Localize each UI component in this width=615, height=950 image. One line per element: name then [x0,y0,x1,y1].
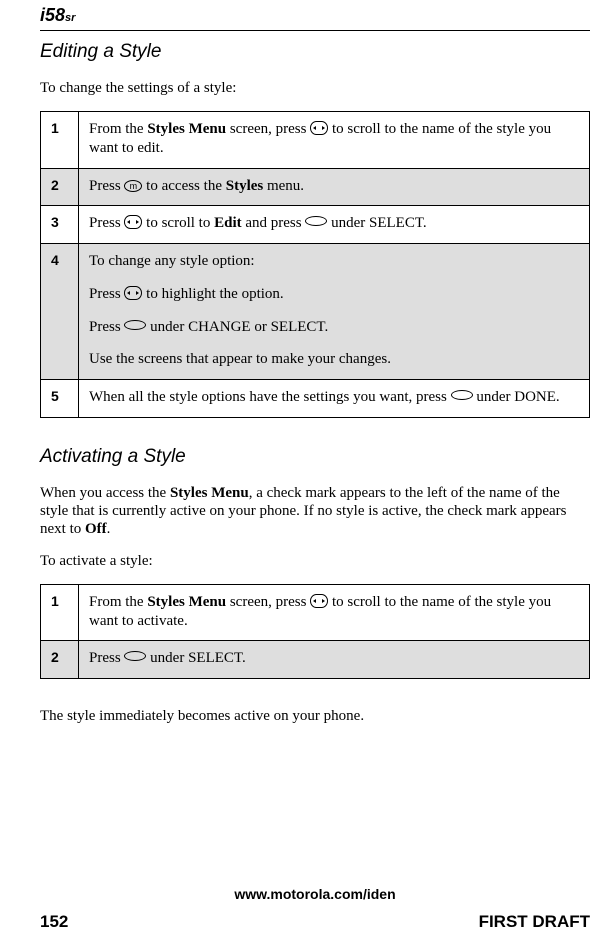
bold-text: Styles Menu [147,121,226,137]
footer-url: www.motorola.com/iden [40,886,590,902]
table-row: 1 From the Styles Menu screen, press to … [41,584,590,641]
bold-text: Edit [214,215,242,231]
text: Press [89,650,124,666]
step-number: 1 [41,584,79,641]
text: under SELECT. [327,215,426,231]
table-row: 1 From the Styles Menu screen, press to … [41,112,590,169]
step-number: 4 [41,244,79,380]
text: From the [89,121,147,137]
text: . [107,521,111,537]
intro-text-2: To activate a style: [40,552,590,570]
menu-key-icon: m [124,180,142,192]
step-text: From the Styles Menu screen, press to sc… [79,112,590,169]
page-footer: www.motorola.com/iden 152 FIRST DRAFT [40,886,590,932]
table-row: 2 Press m to access the Styles menu. [41,168,590,206]
nav-icon [310,594,328,608]
table-row: 2 Press under SELECT. [41,641,590,679]
page-header: i58sr [40,5,590,26]
step-text: When all the style options have the sett… [79,380,590,418]
text: under CHANGE or SELECT. [146,319,328,335]
text: screen, press [226,121,310,137]
text: To change any style option: [89,252,579,271]
bold-text: Styles Menu [170,485,249,501]
step-text: Press m to access the Styles menu. [79,168,590,206]
text: and press [242,215,306,231]
text: When all the style options have the sett… [89,389,451,405]
steps-table-2: 1 From the Styles Menu screen, press to … [40,584,590,679]
step-number: 1 [41,112,79,169]
draft-label: FIRST DRAFT [479,912,590,932]
text: screen, press [226,594,310,610]
softkey-icon [124,320,146,330]
intro-text-1: To change the settings of a style: [40,79,590,97]
step-text: To change any style option: Press to hig… [79,244,590,380]
text: under SELECT. [146,650,245,666]
step-number: 3 [41,206,79,244]
softkey-icon [305,216,327,226]
bold-text: Styles [226,178,264,194]
bold-text: Off [85,521,107,537]
section-heading-activating: Activating a Style [40,446,590,468]
text: When you access the [40,485,170,501]
header-rule [40,30,590,31]
paragraph-after: The style immediately becomes active on … [40,707,590,725]
text: under DONE. [473,389,560,405]
nav-icon [124,215,142,229]
model-logo: i58sr [40,5,75,26]
table-row: 3 Press to scroll to Edit and press unde… [41,206,590,244]
text: to access the [142,178,225,194]
paragraph: When you access the Styles Menu, a check… [40,484,590,538]
text: Press [89,178,124,194]
step-text: From the Styles Menu screen, press to sc… [79,584,590,641]
step-text: Press under SELECT. [79,641,590,679]
text: to highlight the option. [142,286,283,302]
text: Use the screens that appear to make your… [89,350,579,369]
text: to scroll to [142,215,214,231]
bold-text: Styles Menu [147,594,226,610]
section-heading-editing: Editing a Style [40,41,590,63]
step-number: 2 [41,168,79,206]
page-number: 152 [40,912,68,932]
softkey-icon [451,390,473,400]
step-number: 5 [41,380,79,418]
text: From the [89,594,147,610]
step-text: Press to scroll to Edit and press under … [79,206,590,244]
step-number: 2 [41,641,79,679]
text: Press [89,215,124,231]
nav-icon [124,286,142,300]
table-row: 4 To change any style option: Press to h… [41,244,590,380]
steps-table-1: 1 From the Styles Menu screen, press to … [40,111,590,418]
text: Press [89,319,124,335]
text: Press [89,286,124,302]
table-row: 5 When all the style options have the se… [41,380,590,418]
nav-icon [310,121,328,135]
text: menu. [263,178,304,194]
softkey-icon [124,651,146,661]
